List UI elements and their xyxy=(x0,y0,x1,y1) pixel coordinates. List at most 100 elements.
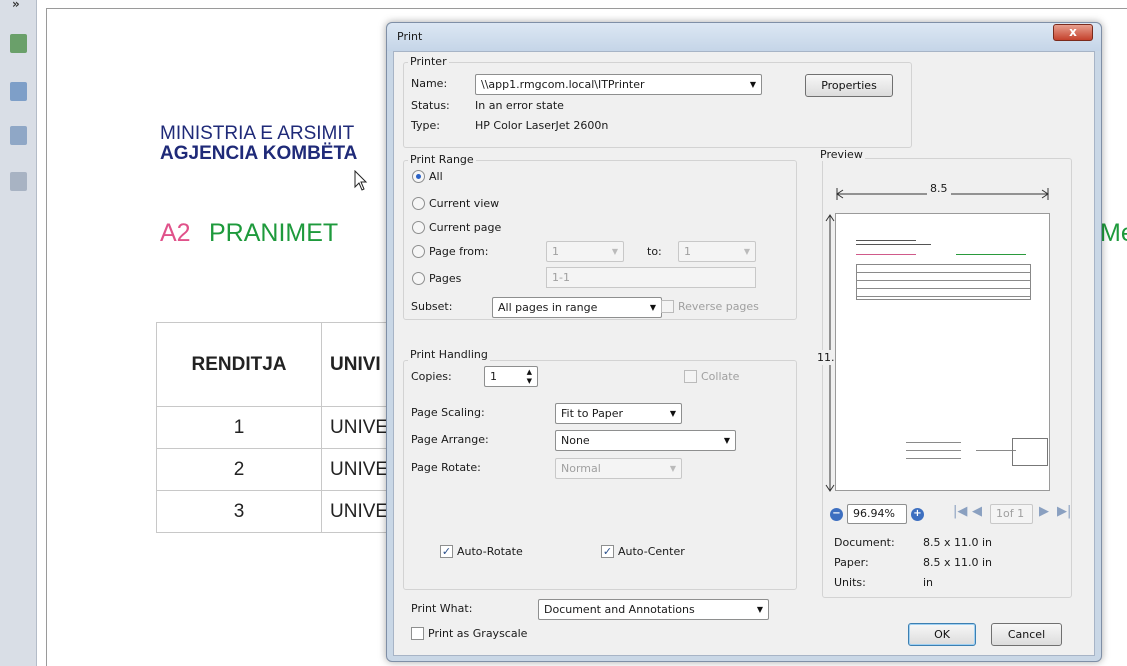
dropdown-arrow-icon: ▼ xyxy=(756,605,763,614)
bookmark-icon[interactable] xyxy=(10,34,27,53)
reverse-pages-label[interactable]: Reverse pages xyxy=(678,300,759,313)
status-value: In an error state xyxy=(475,99,564,112)
printer-name-select[interactable]: \\app1.rmgcom.local\ITPrinter ▼ xyxy=(475,74,762,95)
units-label: Units: xyxy=(834,576,866,589)
zoom-field[interactable]: 96.94% xyxy=(847,504,907,524)
rank-cell: 2 xyxy=(156,448,322,491)
grayscale-label[interactable]: Print as Grayscale xyxy=(428,627,527,640)
radio-all[interactable] xyxy=(412,170,425,183)
close-button[interactable]: x xyxy=(1053,24,1093,41)
auto-rotate-label[interactable]: Auto-Rotate xyxy=(457,545,523,558)
first-page-icon[interactable]: |◀ xyxy=(953,504,967,519)
heading-text: PRANIMET xyxy=(209,219,339,247)
page-scaling-select[interactable]: Fit to Paper ▼ xyxy=(555,403,682,424)
print-dialog: Print x Printer Name: \\app1.rmgcom.loca… xyxy=(386,22,1102,662)
rank-cell: 3 xyxy=(156,490,322,533)
zoom-out-icon[interactable]: − xyxy=(830,508,843,521)
previous-page-icon[interactable]: ◀ xyxy=(972,504,982,519)
collate-label[interactable]: Collate xyxy=(701,370,739,383)
mouse-cursor-icon xyxy=(354,170,368,191)
page-from-select[interactable]: 1 ▼ xyxy=(546,241,624,262)
to-label: to: xyxy=(647,245,662,258)
comment-icon[interactable] xyxy=(10,126,27,145)
viewer-left-toolbar: » xyxy=(0,0,37,666)
page-to-select[interactable]: 1 ▼ xyxy=(678,241,756,262)
radio-pages-label[interactable]: Pages xyxy=(429,272,461,285)
ok-button[interactable]: OK xyxy=(908,623,976,646)
type-value: HP Color LaserJet 2600n xyxy=(475,119,609,132)
print-what-select[interactable]: Document and Annotations ▼ xyxy=(538,599,769,620)
type-label: Type: xyxy=(411,119,440,132)
dropdown-arrow-icon: ▼ xyxy=(669,409,676,418)
cancel-button[interactable]: Cancel xyxy=(991,623,1062,646)
units-value: in xyxy=(923,576,934,589)
page-rotate-select[interactable]: Normal ▼ xyxy=(555,458,682,479)
page-rotate-label: Page Rotate: xyxy=(411,461,481,474)
dropdown-arrow-icon: ▼ xyxy=(649,303,656,312)
page-to-value: 1 xyxy=(684,245,691,258)
reverse-pages-checkbox[interactable] xyxy=(661,300,674,313)
dropdown-arrow-icon: ▼ xyxy=(723,436,730,445)
rank-cell: 1 xyxy=(156,406,322,449)
radio-page-from[interactable] xyxy=(412,245,425,258)
pages-icon[interactable] xyxy=(10,82,27,101)
preview-page-thumbnail xyxy=(835,213,1050,491)
next-page-icon[interactable]: ▶ xyxy=(1039,504,1049,519)
printer-name-label: Name: xyxy=(411,77,448,90)
preview-width-value: 8.5 xyxy=(927,182,951,195)
radio-current-view-label[interactable]: Current view xyxy=(429,197,499,210)
page-scaling-label: Page Scaling: xyxy=(411,406,485,419)
document-size-value: 8.5 x 11.0 in xyxy=(923,536,993,549)
subset-value: All pages in range xyxy=(498,301,598,314)
expand-chevron-icon[interactable]: » xyxy=(12,0,20,11)
grayscale-checkbox[interactable] xyxy=(411,627,424,640)
copies-stepper[interactable]: 1 ▲ ▼ xyxy=(484,366,538,387)
collate-checkbox[interactable] xyxy=(684,370,697,383)
close-icon: x xyxy=(1069,25,1077,39)
zoom-in-icon[interactable]: + xyxy=(911,508,924,521)
printer-name-value: \\app1.rmgcom.local\ITPrinter xyxy=(481,78,645,91)
printer-group-label: Printer xyxy=(408,55,449,68)
dialog-titlebar[interactable]: Print x xyxy=(387,23,1101,51)
page-scaling-value: Fit to Paper xyxy=(561,407,624,420)
subset-select[interactable]: All pages in range ▼ xyxy=(492,297,662,318)
dropdown-arrow-icon: ▼ xyxy=(743,247,750,256)
heading-tail: Me xyxy=(1100,219,1127,247)
radio-current-page-label[interactable]: Current page xyxy=(429,221,501,234)
print-what-label: Print What: xyxy=(411,602,473,615)
auto-center-checkbox[interactable]: ✓ xyxy=(601,545,614,558)
stepper-arrows-icon: ▲ ▼ xyxy=(526,368,532,385)
page-rotate-value: Normal xyxy=(561,462,601,475)
paper-size-value: 8.5 x 11.0 in xyxy=(923,556,993,569)
status-label: Status: xyxy=(411,99,450,112)
print-what-value: Document and Annotations xyxy=(544,603,695,616)
pages-input[interactable]: 1-1 xyxy=(546,267,756,288)
properties-button[interactable]: Properties xyxy=(805,74,893,97)
radio-current-page[interactable] xyxy=(412,221,425,234)
page-arrange-select[interactable]: None ▼ xyxy=(555,430,736,451)
dropdown-arrow-icon: ▼ xyxy=(749,80,756,89)
zoom-value: 96.94% xyxy=(853,507,895,520)
page-arrange-value: None xyxy=(561,434,590,447)
auto-center-label[interactable]: Auto-Center xyxy=(618,545,685,558)
radio-all-label[interactable]: All xyxy=(429,170,443,183)
page-number-value: 1of 1 xyxy=(996,507,1025,520)
radio-page-from-label[interactable]: Page from: xyxy=(429,245,488,258)
radio-pages[interactable] xyxy=(412,272,425,285)
copies-value: 1 xyxy=(490,370,497,383)
page-from-value: 1 xyxy=(552,245,559,258)
dialog-title: Print xyxy=(397,30,423,43)
dropdown-arrow-icon: ▼ xyxy=(669,464,676,473)
auto-rotate-checkbox[interactable]: ✓ xyxy=(440,545,453,558)
ministry-line: MINISTRIA E ARSIMIT xyxy=(160,123,355,144)
heading-code: A2 xyxy=(160,219,191,247)
preview-label: Preview xyxy=(818,148,865,161)
last-page-icon[interactable]: ▶| xyxy=(1057,504,1071,519)
radio-current-view[interactable] xyxy=(412,197,425,210)
dropdown-arrow-icon: ▼ xyxy=(611,247,618,256)
column-header: RENDITJA xyxy=(156,322,322,407)
attachment-icon[interactable] xyxy=(10,172,27,191)
dialog-body: Printer Name: \\app1.rmgcom.local\ITPrin… xyxy=(393,51,1095,656)
agency-line: AGJENCIA KOMBËTA xyxy=(160,143,358,164)
page-number-field[interactable]: 1of 1 xyxy=(990,504,1033,524)
